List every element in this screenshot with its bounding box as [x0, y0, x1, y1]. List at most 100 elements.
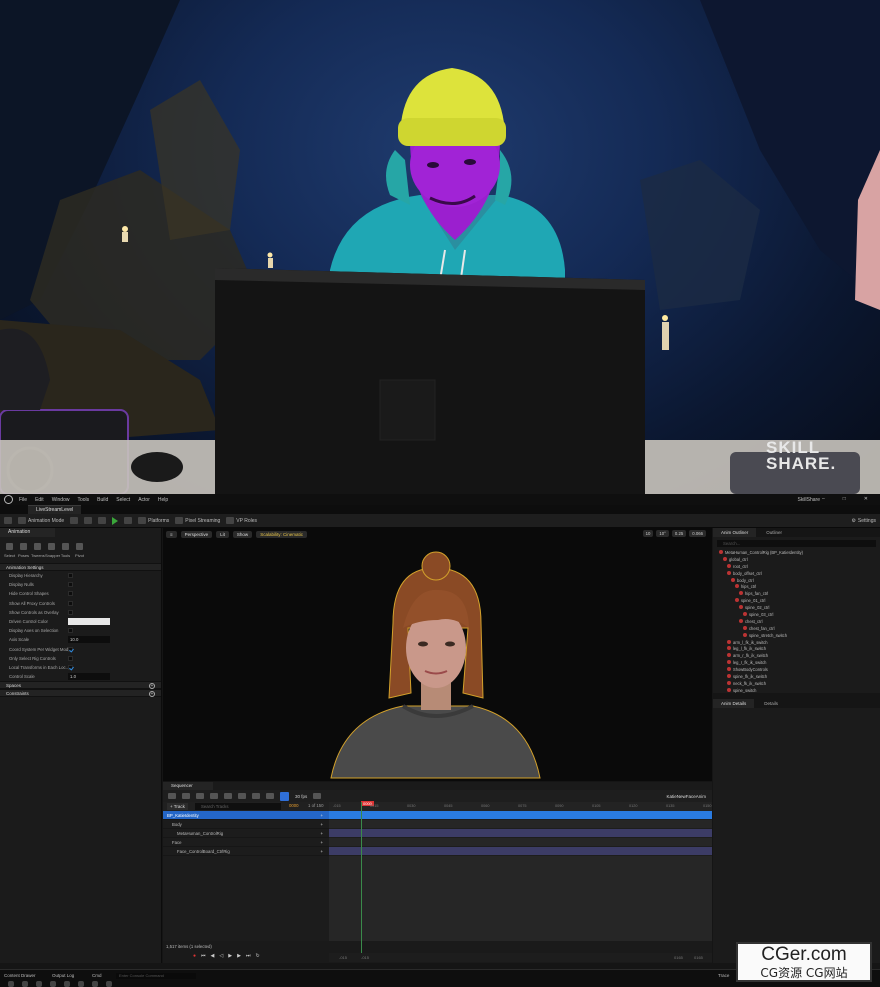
pixel-streaming-dropdown[interactable]: Pixel Streaming: [175, 517, 220, 524]
taskbar-app-icon[interactable]: [36, 981, 42, 987]
taskbar-app-icon[interactable]: [64, 981, 70, 987]
save-sequence-icon[interactable]: [168, 793, 176, 799]
tab-outliner[interactable]: Outliner: [758, 528, 791, 537]
outliner-node[interactable]: hips_fan_ctrl: [713, 591, 880, 598]
outliner-node[interactable]: neck_fk_ik_switch: [713, 680, 880, 688]
tab-sequencer[interactable]: Sequencer: [163, 782, 213, 790]
setting-checkbox[interactable]: [68, 591, 73, 597]
fps-dropdown[interactable]: 30 fps: [295, 794, 307, 799]
setting-checkbox[interactable]: [68, 600, 73, 606]
lane-identity[interactable]: [329, 811, 712, 820]
outliner-node[interactable]: spine_01_ctrl: [713, 598, 880, 605]
add-key-icon[interactable]: +: [320, 849, 323, 854]
level-tab[interactable]: LiveStreamLevel: [28, 505, 82, 514]
playhead-line[interactable]: [361, 802, 362, 960]
record-icon[interactable]: ●: [193, 953, 196, 959]
output-log-button[interactable]: Output Log: [52, 973, 74, 978]
start-icon[interactable]: [8, 981, 14, 987]
track-row[interactable]: MetaHuman_ControlRig +: [163, 829, 329, 838]
view-start[interactable]: -015: [339, 955, 347, 960]
playback-icon[interactable]: [266, 793, 274, 799]
lane-face[interactable]: [329, 838, 712, 847]
close-icon[interactable]: ✕: [864, 496, 868, 502]
vp-roles-dropdown[interactable]: VP Roles: [226, 517, 257, 524]
cmd-dropdown[interactable]: Cmd: [92, 973, 102, 978]
play-button[interactable]: [112, 516, 119, 525]
track-lanes[interactable]: [329, 802, 712, 960]
outliner-node[interactable]: ShowBodyControls: [713, 667, 880, 674]
outliner-node[interactable]: leg_l_fk_ik_switch: [713, 646, 880, 653]
outliner-node[interactable]: body_offset_ctrl: [713, 570, 880, 578]
outliner-node[interactable]: leg_r_fk_ik_switch: [713, 660, 880, 667]
color-swatch[interactable]: [68, 617, 110, 625]
taskbar-app-icon[interactable]: [22, 981, 28, 987]
add-actor-button[interactable]: [70, 517, 79, 524]
play-icon[interactable]: ▶: [228, 953, 232, 959]
step-forward-icon[interactable]: ▶: [237, 953, 241, 959]
jump-start-icon[interactable]: ⏮: [201, 953, 206, 959]
menu-select[interactable]: Select: [116, 497, 130, 503]
outliner-node[interactable]: arm_l_fk_ik_switch: [713, 639, 880, 647]
track-row[interactable]: Face_ControlBoard_CtrlRig +: [163, 847, 329, 856]
menu-actor[interactable]: Actor: [138, 497, 150, 503]
tool-pivot[interactable]: Pivot: [73, 541, 86, 559]
browse-icon[interactable]: [182, 793, 190, 799]
setting-checkbox[interactable]: [68, 655, 73, 661]
trace-button[interactable]: Trace: [718, 973, 729, 978]
outliner-node[interactable]: chest_ctrl: [713, 618, 880, 626]
content-drawer-button[interactable]: Content Drawer: [4, 973, 36, 978]
current-frame[interactable]: 0000: [289, 803, 299, 808]
jump-end-icon[interactable]: ⏭: [246, 953, 251, 959]
playback-end[interactable]: 0165: [674, 955, 683, 960]
taskbar-app-icon[interactable]: [50, 981, 56, 987]
taskbar-app-icon[interactable]: [92, 981, 98, 987]
menu-window[interactable]: Window: [52, 497, 70, 503]
outliner-node[interactable]: root_ctrl: [713, 563, 880, 571]
menu-build[interactable]: Build: [97, 497, 108, 503]
track-search-input[interactable]: Search Tracks: [195, 803, 281, 810]
tool-poses[interactable]: Poses: [17, 541, 30, 559]
step-back-icon[interactable]: ◀: [211, 953, 215, 959]
setting-value-input[interactable]: 10.0: [68, 636, 110, 644]
actions-icon[interactable]: [210, 793, 218, 799]
outliner-node[interactable]: arm_r_fk_ik_switch: [713, 653, 880, 660]
tool-select[interactable]: Select: [3, 541, 16, 559]
add-key-icon[interactable]: +: [320, 822, 323, 827]
menu-help[interactable]: Help: [158, 497, 168, 503]
tool-tools[interactable]: Tools: [59, 541, 72, 559]
add-key-icon[interactable]: +: [320, 831, 323, 836]
add-key-icon[interactable]: +: [320, 840, 323, 845]
setting-checkbox[interactable]: [68, 582, 73, 588]
tool-tweens[interactable]: Tweens: [31, 541, 45, 559]
taskbar-app-icon[interactable]: [106, 981, 112, 987]
outliner-node[interactable]: MetaHuman_ControlRig (BP_KatieIdentity): [713, 550, 880, 557]
spaces-header[interactable]: Spaces +: [0, 681, 161, 690]
transform-icon[interactable]: [224, 793, 232, 799]
outliner-node[interactable]: hips_ctrl: [713, 584, 880, 591]
outliner-node[interactable]: body_ctrl: [713, 577, 880, 585]
tool-snapper[interactable]: Snapper: [45, 541, 60, 559]
outliner-search-input[interactable]: Search...: [717, 540, 876, 547]
track-row[interactable]: BP_KatieIdentity +: [163, 811, 329, 820]
edit-icon[interactable]: [252, 793, 260, 799]
time-ruler[interactable]: 0000 -015 0015 0030 0045 0060 0075 0090 0105 012…: [329, 801, 712, 811]
tab-animation[interactable]: Animation: [0, 528, 55, 537]
platforms-dropdown[interactable]: Platforms: [138, 517, 169, 524]
playback-start[interactable]: -015: [361, 955, 369, 960]
lane-body[interactable]: [329, 820, 712, 829]
setting-checkbox[interactable]: [68, 646, 73, 652]
settings-button[interactable]: ⚙ Settings: [851, 518, 876, 524]
level-viewport[interactable]: ≡ Perspective Lit Show Scalability: Cine…: [163, 528, 712, 781]
cinematics-button[interactable]: [98, 517, 107, 524]
view-end[interactable]: 0165: [694, 955, 703, 960]
outliner-node[interactable]: spine_02_ctrl: [713, 605, 880, 612]
taskbar-app-icon[interactable]: [78, 981, 84, 987]
setting-checkbox[interactable]: [68, 628, 73, 634]
add-constraint-icon[interactable]: +: [149, 691, 155, 698]
lane-body-rig[interactable]: [329, 829, 712, 838]
render-icon[interactable]: [196, 793, 204, 799]
maximize-icon[interactable]: □: [843, 496, 846, 502]
lane-face-rig[interactable]: [329, 847, 712, 856]
unreal-logo-icon[interactable]: [4, 495, 13, 504]
tab-anim-details[interactable]: Anim Details: [713, 699, 755, 708]
